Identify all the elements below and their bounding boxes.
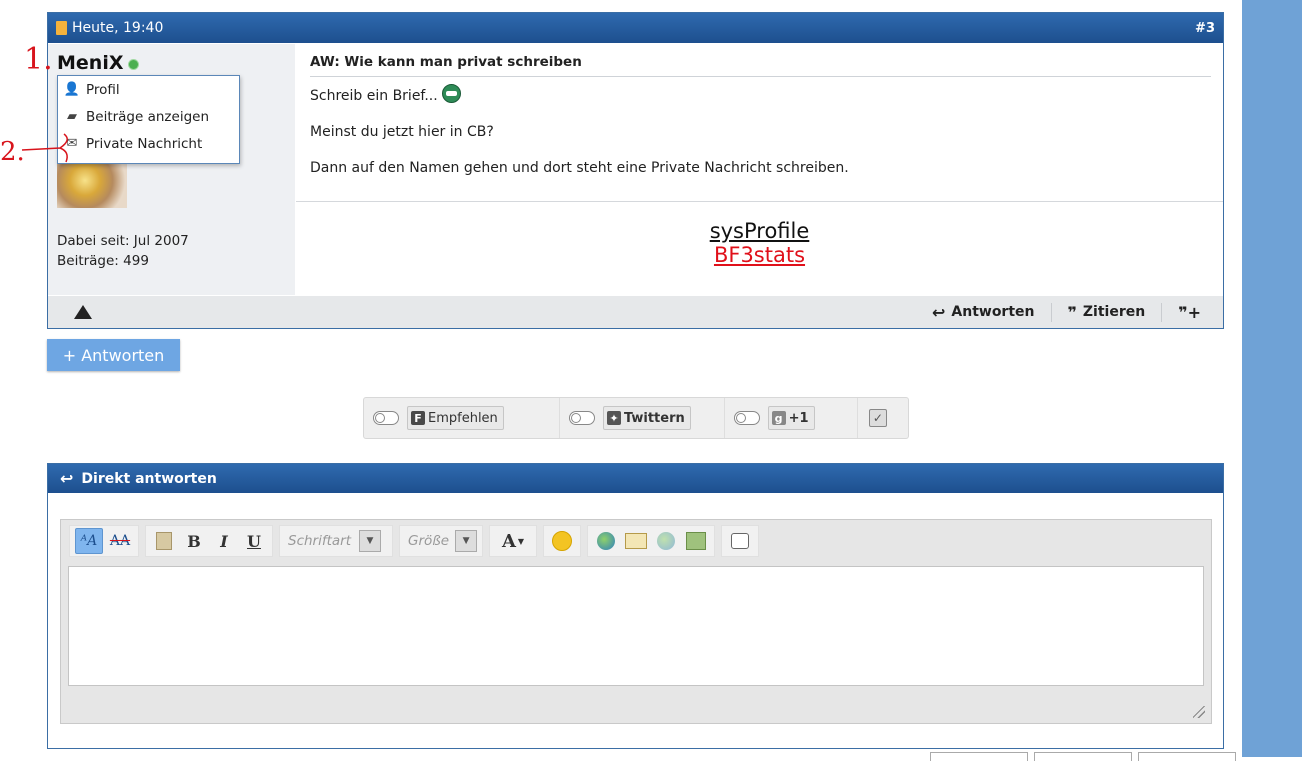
post-date: Heute, 19:40: [56, 20, 163, 36]
facebook-label: Empfehlen: [428, 410, 498, 426]
email-link-icon[interactable]: [623, 529, 649, 553]
chevron-down-icon: ▼: [455, 530, 478, 552]
quote-icon[interactable]: [727, 529, 753, 553]
multiquote-action[interactable]: ❞+: [1162, 303, 1207, 322]
reply-button[interactable]: + Antworten: [47, 339, 180, 371]
post-actions: ↩ Antworten ❞ Zitieren ❞+: [916, 296, 1207, 328]
bf3stats-link[interactable]: BF3stats: [714, 243, 805, 267]
right-sidebar-strip: [1242, 0, 1302, 757]
toolbar-group-paste: B I U: [145, 525, 273, 557]
online-status-icon: [129, 60, 139, 69]
social-share-bar: F Empfehlen ✦ Twittern g +1 ✓: [363, 397, 909, 439]
reply-action[interactable]: ↩ Antworten: [916, 302, 1052, 322]
username-text[interactable]: MeniX: [57, 52, 123, 74]
twitter-cell: ✦ Twittern: [560, 398, 725, 438]
multiquote-icon: ❞+: [1178, 302, 1201, 322]
direct-reply-header: ↩ Direkt antworten: [48, 464, 1223, 493]
italic-button[interactable]: I: [211, 529, 237, 553]
twitter-button[interactable]: ✦ Twittern: [602, 406, 691, 430]
settings-cell: ✓: [858, 398, 908, 438]
toolbar-group-mode: ᴬA AA: [69, 525, 139, 557]
post-body-line: Dann auf den Namen gehen und dort steht …: [310, 160, 849, 176]
direct-reply-box: ↩ Direkt antworten ᴬA AA B I U Schriftar…: [47, 463, 1224, 749]
twitter-toggle[interactable]: [568, 411, 595, 425]
user-popup-menu: 👤 Profil ▰ Beiträge anzeigen ✉ Private N…: [57, 75, 240, 164]
menu-item-label: Profil: [86, 81, 120, 98]
quote-bubble-icon: ❞: [1067, 302, 1077, 322]
editor-toolbar: ᴬA AA B I U Schriftart ▼ Größe ▼ A ▼: [69, 525, 765, 557]
person-icon: 👤: [63, 82, 81, 97]
report-warning-icon[interactable]: [74, 305, 92, 319]
post-body-line: Meinst du jetzt hier in CB?: [310, 124, 494, 140]
post-footer: ↩ Antworten ❞ Zitieren ❞+: [48, 296, 1223, 328]
facebook-icon: F: [411, 411, 425, 425]
user-meta: Dabei seit: Jul 2007 Beiträge: 499: [57, 231, 189, 271]
resize-handle-icon[interactable]: [1193, 706, 1205, 718]
font-family-select[interactable]: Schriftart ▼: [279, 525, 393, 557]
post-number[interactable]: #3: [1195, 21, 1215, 36]
menu-item-private-message[interactable]: ✉ Private Nachricht: [58, 130, 239, 157]
smilies-group: [543, 525, 581, 557]
post-body-line: Schreib ein Brief...: [310, 84, 849, 105]
gplus-label: +1: [788, 410, 809, 426]
forum-post: Heute, 19:40 #3 MeniX Dabei seit: Jul 20…: [47, 12, 1224, 329]
font-color-button[interactable]: A ▼: [495, 529, 531, 553]
posts-icon: ▰: [67, 109, 77, 124]
joined-date: Dabei seit: Jul 2007: [57, 233, 189, 249]
facebook-like-button[interactable]: F Empfehlen: [407, 406, 504, 430]
post-count: Beiträge: 499: [57, 253, 149, 269]
post-body: Schreib ein Brief... Meinst du jetzt hie…: [310, 84, 849, 195]
insert-image-icon[interactable]: [683, 529, 709, 553]
username[interactable]: MeniX: [57, 52, 139, 74]
quote-action[interactable]: ❞ Zitieren: [1052, 302, 1163, 322]
insert-group: [587, 525, 715, 557]
annotation-arrow: [21, 133, 68, 163]
wysiwyg-editor: ᴬA AA B I U Schriftart ▼ Größe ▼ A ▼: [60, 519, 1212, 724]
menu-item-profile[interactable]: 👤 Profil: [58, 76, 239, 103]
gplus-cell: g +1: [725, 398, 858, 438]
direct-reply-title: Direkt antworten: [81, 470, 217, 487]
underline-button[interactable]: U: [241, 529, 267, 553]
remove-format-icon[interactable]: AA: [107, 529, 133, 553]
document-icon: [56, 21, 67, 35]
message-textarea[interactable]: [68, 566, 1204, 686]
gplus-icon: g: [771, 411, 786, 425]
post-date-text: Heute, 19:40: [72, 20, 164, 36]
menu-item-label: Beiträge anzeigen: [86, 108, 210, 125]
facebook-toggle[interactable]: [373, 411, 399, 425]
post-header: Heute, 19:40 #3: [48, 13, 1223, 43]
switch-mode-icon[interactable]: ᴬA: [75, 528, 103, 554]
quote-action-label: Zitieren: [1082, 304, 1146, 320]
post-title: AW: Wie kann man privat schreiben: [310, 54, 1211, 77]
reply-action-label: Antworten: [951, 304, 1035, 320]
unlink-icon[interactable]: [653, 529, 679, 553]
gplus-button[interactable]: g +1: [767, 406, 815, 430]
post-content: AW: Wie kann man privat schreiben Schrei…: [296, 44, 1223, 295]
chevron-down-icon: ▼: [359, 530, 382, 552]
signature: sysProfile BF3stats: [296, 201, 1223, 267]
facebook-cell: F Empfehlen: [364, 398, 560, 438]
sysprofile-link[interactable]: sysProfile: [710, 219, 810, 243]
font-family-value: Schriftart ▼: [283, 529, 382, 553]
annotation-one: 1.: [24, 42, 53, 77]
paste-icon[interactable]: [151, 529, 177, 553]
smiley-icon: [442, 84, 462, 103]
smiley-icon[interactable]: [549, 529, 575, 553]
quote-group: [721, 525, 759, 557]
font-size-value: Größe ▼: [403, 529, 478, 553]
font-size-select[interactable]: Größe ▼: [399, 525, 483, 557]
reply-arrow-icon: ↩: [931, 302, 946, 322]
bold-button[interactable]: B: [181, 529, 207, 553]
gplus-toggle[interactable]: [733, 411, 760, 425]
font-color-group: A ▼: [489, 525, 537, 557]
reply-arrow-icon: ↩: [60, 469, 74, 488]
menu-item-label: Private Nachricht: [86, 135, 203, 152]
link-globe-icon[interactable]: [593, 529, 619, 553]
twitter-label: Twittern: [623, 410, 685, 426]
checkbox-settings-icon[interactable]: ✓: [868, 409, 887, 427]
menu-item-show-posts[interactable]: ▰ Beiträge anzeigen: [58, 103, 239, 130]
twitter-bird-icon: ✦: [606, 411, 621, 425]
